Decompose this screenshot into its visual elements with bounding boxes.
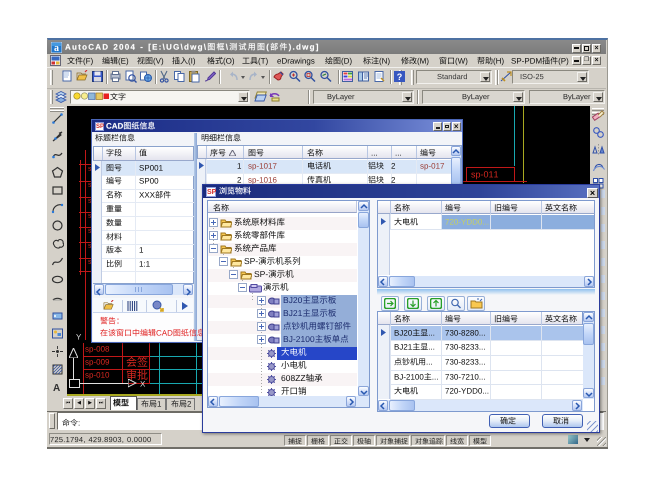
svg-text:a: a: [54, 43, 59, 53]
svg-text:?: ?: [397, 72, 403, 82]
svg-text:A: A: [53, 383, 60, 393]
